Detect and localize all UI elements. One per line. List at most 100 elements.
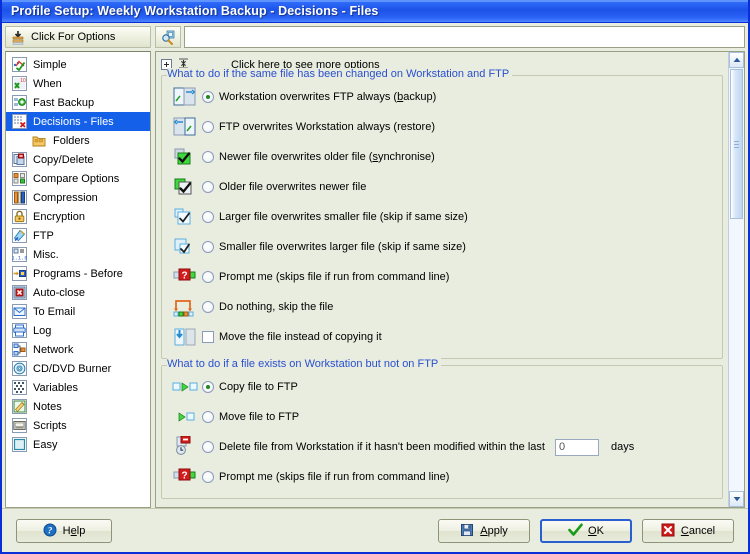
apply-button[interactable]: Apply: [438, 518, 530, 543]
option-radio-row[interactable]: Larger file overwrites smaller file (ski…: [162, 202, 722, 232]
sidebar-item-label: Decisions - Files: [33, 115, 114, 128]
option-radio-row[interactable]: Copy file to FTP: [162, 372, 722, 402]
help-icon: ?: [43, 523, 58, 538]
options-pane: Click here to see more options What to d…: [155, 51, 745, 508]
option-radio[interactable]: [202, 381, 214, 393]
option-radio[interactable]: [202, 241, 214, 253]
option-label: FTP overwrites Workstation always (resto…: [219, 121, 435, 133]
option-group: What to do if a file exists on Workstati…: [161, 358, 723, 499]
sidebar-item-encryption[interactable]: Encryption: [6, 207, 150, 226]
simple-icon: [12, 57, 27, 72]
compare-icon: [12, 171, 27, 186]
sidebar-item-label: Programs - Before: [33, 267, 123, 280]
scrollbar-track[interactable]: [729, 68, 744, 491]
sidebar-item-label: Scripts: [33, 419, 67, 432]
sidebar-item-folders[interactable]: Folders: [6, 131, 150, 150]
prompt-me-icon: ?: [168, 467, 202, 487]
compression-icon: [12, 190, 27, 205]
option-radio-row[interactable]: Older file overwrites newer file: [162, 172, 722, 202]
sidebar-item-ftp[interactable]: FTP: [6, 226, 150, 245]
log-icon: [12, 323, 27, 338]
sidebar-item-label: To Email: [33, 305, 76, 318]
main-workarea: Click For Options Simple 10 When Fast Backu…: [2, 23, 748, 508]
option-radio[interactable]: [202, 271, 214, 283]
option-group-title: What to do if the same file has been cha…: [167, 68, 513, 80]
sidebar-item-misc[interactable]: 1.1.0 Misc.: [6, 245, 150, 264]
encryption-icon: [12, 209, 27, 224]
sidebar-item-easy[interactable]: Easy: [6, 435, 150, 454]
sidebar-item-auto-close[interactable]: Auto-close: [6, 283, 150, 302]
option-radio-row[interactable]: Move file to FTP: [162, 402, 722, 432]
sidebar-item-fast-backup[interactable]: Fast Backup: [6, 93, 150, 112]
sidebar-item-programs-before[interactable]: Programs - Before: [6, 264, 150, 283]
days-input[interactable]: [554, 438, 599, 456]
option-radio-row[interactable]: Newer file overwrites older file (synchr…: [162, 142, 722, 172]
search-options-button[interactable]: [155, 26, 181, 48]
option-checkbox[interactable]: [202, 331, 214, 343]
sidebar-item-when[interactable]: 10 When: [6, 74, 150, 93]
sidebar-item-label: Fast Backup: [33, 96, 95, 109]
sidebar-item-log[interactable]: Log: [6, 321, 150, 340]
option-radio[interactable]: [202, 181, 214, 193]
decisions-icon: [12, 114, 27, 129]
sidebar-nav-list[interactable]: Simple 10 When Fast Backup Decisions - Files…: [5, 51, 151, 508]
programs-icon: [12, 266, 27, 281]
search-bar: [155, 26, 745, 48]
option-radio[interactable]: [202, 441, 214, 453]
svg-text:1.1.0: 1.1.0: [12, 256, 27, 262]
scroll-up-button[interactable]: [729, 52, 744, 68]
option-radio[interactable]: [202, 411, 214, 423]
svg-text:?: ?: [181, 271, 187, 282]
svg-text:?: ?: [47, 526, 52, 536]
folders-icon: [32, 133, 47, 148]
scroll-down-button[interactable]: [729, 491, 744, 507]
sidebar-item-label: Variables: [33, 381, 79, 394]
search-input[interactable]: [184, 26, 745, 48]
option-radio-row[interactable]: FTP overwrites Workstation always (resto…: [162, 112, 722, 142]
ok-button[interactable]: OK: [540, 518, 632, 543]
sidebar-item-to-email[interactable]: To Email: [6, 302, 150, 321]
option-radio[interactable]: [202, 91, 214, 103]
option-radio[interactable]: [202, 301, 214, 313]
sidebar-item-copy-delete[interactable]: Copy/Delete: [6, 150, 150, 169]
option-radio-row[interactable]: ? Prompt me (skips file if run from comma…: [162, 462, 722, 492]
option-radio-row[interactable]: Workstation overwrites FTP always (backu…: [162, 82, 722, 112]
option-checkbox-row[interactable]: Move the file instead of copying it: [162, 322, 722, 352]
sidebar-item-notes[interactable]: Notes: [6, 397, 150, 416]
apply-button-label: Apply: [480, 524, 508, 537]
sidebar-item-compression[interactable]: Compression: [6, 188, 150, 207]
option-radio-row[interactable]: Delete file from Workstation if it hasn'…: [162, 432, 722, 462]
option-radio[interactable]: [202, 151, 214, 163]
scrollbar-thumb[interactable]: [730, 69, 743, 219]
sidebar-item-compare-options[interactable]: Compare Options: [6, 169, 150, 188]
copy-to-ftp-icon: [168, 379, 202, 395]
sidebar-item-variables[interactable]: Variables: [6, 378, 150, 397]
sidebar-item-label: Compression: [33, 191, 98, 204]
cancel-button[interactable]: Cancel: [642, 518, 734, 543]
click-for-options-header[interactable]: Click For Options: [5, 26, 151, 48]
option-radio[interactable]: [202, 471, 214, 483]
save-icon: [460, 523, 475, 538]
option-radio[interactable]: [202, 121, 214, 133]
options-vertical-scrollbar[interactable]: [728, 52, 744, 507]
help-button-label: Help: [62, 524, 86, 537]
sidebar-item-decisions-files[interactable]: Decisions - Files: [6, 112, 150, 131]
option-radio[interactable]: [202, 211, 214, 223]
help-button[interactable]: ? Help: [16, 518, 112, 543]
option-radio-row[interactable]: Do nothing, skip the file: [162, 292, 722, 322]
svg-text:10: 10: [20, 78, 26, 84]
option-radio-row[interactable]: Smaller file overwrites larger file (ski…: [162, 232, 722, 262]
sidebar-item-simple[interactable]: Simple: [6, 55, 150, 74]
sidebar-item-label: Compare Options: [33, 172, 120, 185]
option-label: Move the file instead of copying it: [219, 331, 382, 343]
variables-icon: [12, 380, 27, 395]
sidebar-item-scripts[interactable]: Scripts: [6, 416, 150, 435]
option-label: Workstation overwrites FTP always (backu…: [219, 91, 437, 103]
sidebar: Click For Options Simple 10 When Fast Backu…: [5, 26, 151, 508]
delete-file-icon: [168, 436, 202, 458]
option-radio-row[interactable]: ? Prompt me (skips file if run from comma…: [162, 262, 722, 292]
options-stack-icon: [11, 30, 26, 45]
sidebar-item-network[interactable]: Network: [6, 340, 150, 359]
cancel-icon: [661, 523, 676, 538]
sidebar-item-cd-dvd-burner[interactable]: CD/DVD Burner: [6, 359, 150, 378]
